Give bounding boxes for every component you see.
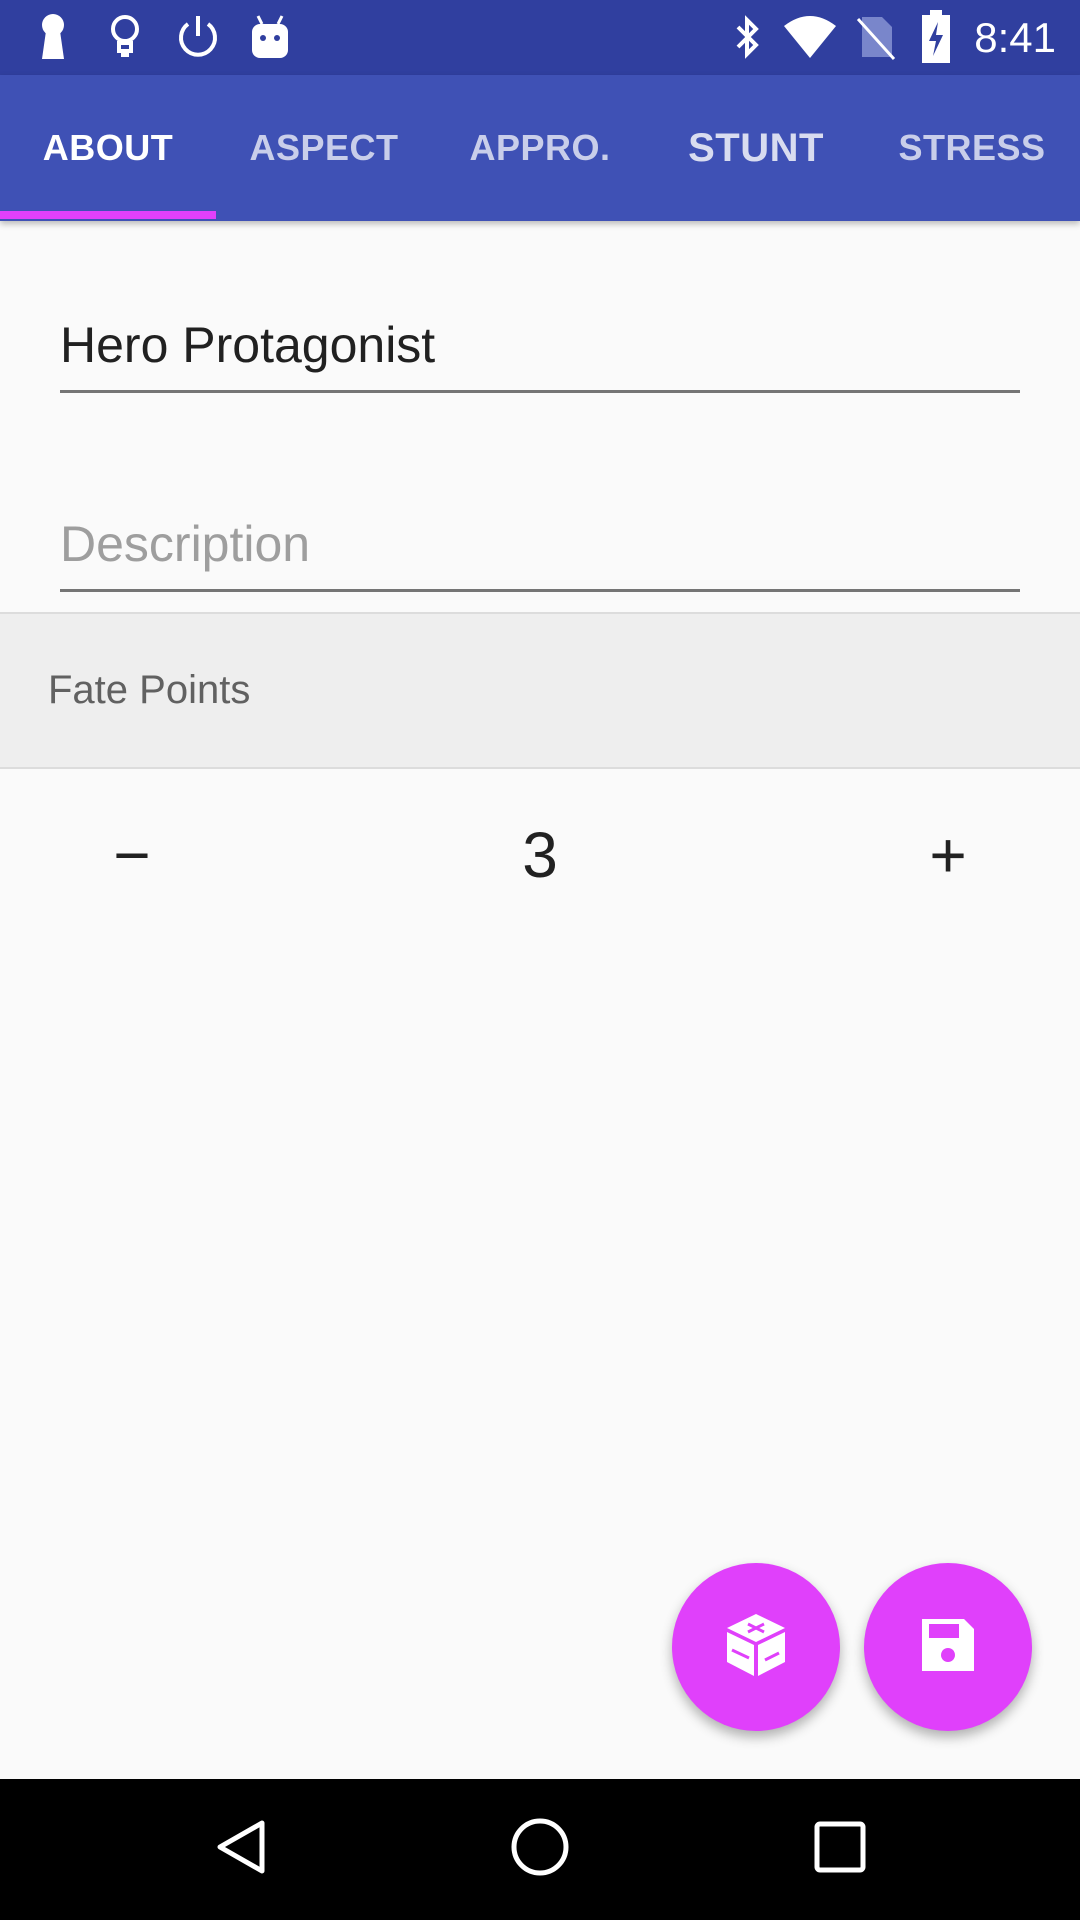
description-field[interactable]: Description bbox=[60, 509, 1020, 592]
back-button[interactable] bbox=[172, 1779, 312, 1920]
tab-about[interactable]: ABOUT bbox=[0, 75, 216, 221]
keyhole-icon bbox=[36, 12, 70, 62]
navigation-bar bbox=[0, 1779, 1080, 1920]
tab-label: APPRO. bbox=[469, 127, 611, 168]
name-field[interactable]: Hero Protagonist bbox=[60, 310, 1020, 393]
recents-icon bbox=[813, 1820, 867, 1879]
dice-icon bbox=[721, 1610, 791, 1685]
lightbulb-icon bbox=[108, 12, 142, 62]
no-sim-icon bbox=[856, 12, 896, 62]
tab-stunt[interactable]: STUNT bbox=[648, 75, 864, 221]
android-icon bbox=[250, 12, 290, 62]
tab-approaches[interactable]: APPRO. bbox=[432, 75, 648, 221]
fate-points-value: 3 bbox=[522, 819, 558, 891]
save-button[interactable] bbox=[864, 1563, 1032, 1731]
fate-points-header: Fate Points bbox=[0, 612, 1080, 769]
tab-indicator bbox=[0, 211, 216, 219]
decrement-button[interactable]: − bbox=[72, 800, 192, 910]
power-icon bbox=[176, 12, 220, 62]
tab-stress[interactable]: STRESS bbox=[864, 75, 1080, 221]
description-field-underline bbox=[60, 589, 1020, 592]
back-icon bbox=[212, 1817, 272, 1882]
status-bar: 8:41 bbox=[0, 0, 1080, 75]
tab-label: ASPECT bbox=[249, 127, 399, 168]
fate-points-title: Fate Points bbox=[48, 668, 251, 712]
tab-label: ABOUT bbox=[42, 127, 174, 168]
increment-button[interactable]: + bbox=[888, 800, 1008, 910]
home-button[interactable] bbox=[470, 1779, 610, 1920]
roll-dice-button[interactable] bbox=[672, 1563, 840, 1731]
tab-bar: ABOUT ASPECT APPRO. STUNT STRESS bbox=[0, 75, 1080, 221]
name-field-underline bbox=[60, 390, 1020, 393]
wifi-icon bbox=[782, 12, 838, 62]
name-field-value: Hero Protagonist bbox=[60, 317, 436, 373]
save-icon bbox=[918, 1615, 978, 1680]
description-placeholder: Description bbox=[60, 516, 311, 572]
clock: 8:41 bbox=[974, 14, 1056, 61]
tab-label: STRESS bbox=[898, 127, 1046, 168]
home-icon bbox=[509, 1816, 571, 1883]
recents-button[interactable] bbox=[770, 1779, 910, 1920]
bluetooth-icon bbox=[730, 12, 764, 62]
battery-charging-icon bbox=[920, 10, 952, 63]
tab-label: STUNT bbox=[688, 125, 824, 170]
tab-aspect[interactable]: ASPECT bbox=[216, 75, 432, 221]
